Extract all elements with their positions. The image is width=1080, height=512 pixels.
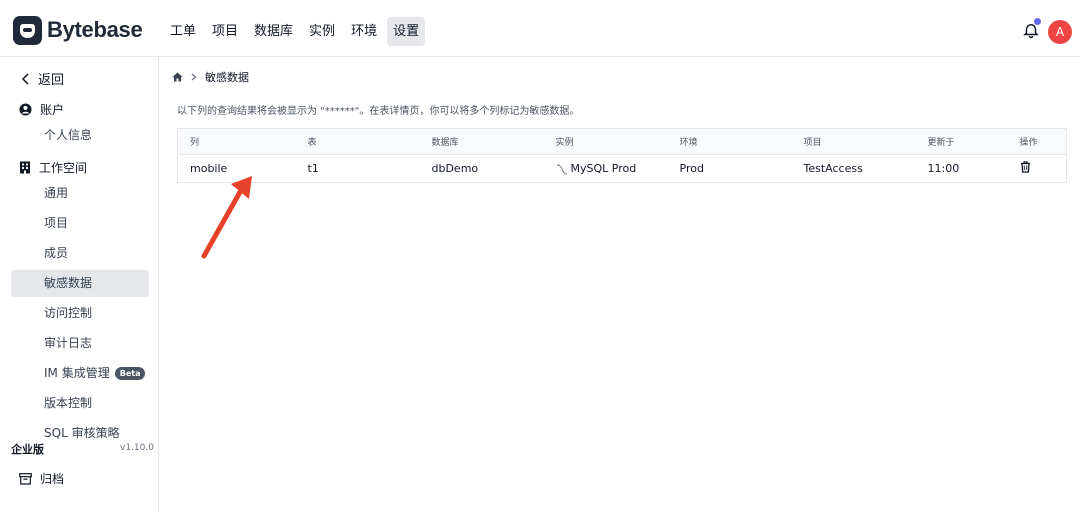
back-button[interactable]: 返回 [21, 69, 64, 88]
beta-badge: Beta [114, 367, 146, 380]
column-header: 表 [295, 128, 420, 155]
sidebar-item-label: 版本控制 [44, 396, 93, 410]
sidebar-item-access-control[interactable]: 访问控制 [11, 300, 149, 327]
bytebase-logo-icon [13, 15, 42, 45]
settings-sidebar: 返回 账户 个人信息 工作空间 通用 项目 成员 敏感数据 访问控制 审计日志 … [0, 57, 159, 512]
annotation-arrow-icon [201, 176, 252, 259]
workspace-label: 工作空间 [39, 161, 88, 175]
sidebar-item-archive[interactable]: 归档 [19, 470, 64, 487]
cell-updated: 11:00 [927, 162, 960, 175]
nav-settings[interactable]: 设置 [387, 17, 426, 46]
cell-actions [1008, 155, 1067, 183]
sidebar-item-label: 成员 [44, 246, 69, 260]
building-icon [20, 161, 30, 174]
sidebar-item-im-integration[interactable]: IM 集成管理 Beta [11, 360, 149, 387]
nav-instances[interactable]: 实例 [303, 17, 341, 46]
table-row[interactable]: mobile t1 dbDemo MySQL Prod Prod TestAcc… [178, 155, 1067, 183]
notification-dot [1034, 18, 1041, 25]
back-label: 返回 [38, 73, 65, 88]
column-header: 更新于 [915, 128, 1008, 155]
bytebase-logo[interactable]: Bytebase [13, 15, 143, 45]
breadcrumb: 敏感数据 [172, 69, 249, 85]
page-description: 以下列的查询结果将会被显示为 "******"。在表详情页，你可以将多个列标记为… [177, 106, 580, 117]
archive-icon [19, 472, 32, 485]
sidebar-item-profile[interactable]: 个人信息 [11, 122, 149, 149]
home-icon[interactable] [172, 72, 183, 82]
sidebar-item-label: 访问控制 [44, 306, 93, 320]
nav-projects[interactable]: 项目 [206, 17, 244, 46]
sidebar-item-sensitive-data[interactable]: 敏感数据 [11, 270, 149, 297]
table-header-row: 列 表 数据库 实例 环境 项目 更新于 操作 [177, 128, 1067, 155]
column-header: 列 [177, 128, 296, 155]
sidebar-item-version-control[interactable]: 版本控制 [11, 390, 149, 417]
column-header: 数据库 [419, 128, 544, 155]
nav-environments[interactable]: 环境 [345, 17, 383, 46]
breadcrumb-current: 敏感数据 [205, 71, 249, 84]
mysql-icon [556, 163, 567, 174]
sidebar-item-label: 个人信息 [44, 128, 93, 142]
sidebar-item-label: 项目 [44, 216, 69, 230]
top-navigation-bar: Bytebase 工单 项目 数据库 实例 环境 设置 A [0, 0, 1080, 57]
nav-issues[interactable]: 工单 [164, 17, 202, 46]
cell-environment: Prod [679, 162, 704, 175]
cell-instance[interactable]: MySQL Prod [544, 155, 668, 183]
logo-text: Bytebase [47, 17, 143, 42]
edition-label[interactable]: 企业版 [11, 441, 44, 457]
trash-icon[interactable] [1020, 161, 1031, 173]
account-label: 账户 [40, 103, 65, 117]
sensitive-data-table: 列 表 数据库 实例 环境 项目 更新于 操作 mobile t1 dbDemo [177, 128, 1067, 183]
cell-table: t1 [307, 162, 319, 175]
sidebar-item-general[interactable]: 通用 [11, 180, 149, 207]
main-nav: 工单 项目 数据库 实例 环境 设置 [164, 17, 426, 46]
sidebar-item-label: SQL 审核策略 [44, 426, 120, 440]
sidebar-group-workspace: 工作空间 [19, 159, 87, 176]
sidebar-item-audit-log[interactable]: 审计日志 [11, 330, 149, 357]
archive-label: 归档 [40, 472, 65, 486]
sidebar-item-label: 通用 [44, 186, 69, 200]
chevron-left-icon [21, 72, 29, 85]
avatar[interactable]: A [1048, 20, 1072, 44]
sidebar-item-label: IM 集成管理 [44, 366, 110, 380]
chevron-right-icon [191, 73, 197, 81]
sidebar-group-account: 账户 [19, 101, 64, 118]
column-header: 操作 [1007, 128, 1067, 155]
column-header: 实例 [543, 128, 668, 155]
column-header: 环境 [667, 128, 792, 155]
cell-database[interactable]: dbDemo [420, 155, 544, 183]
sidebar-item-members[interactable]: 成员 [11, 240, 149, 267]
column-header: 项目 [791, 128, 916, 155]
sidebar-item-label: 敏感数据 [44, 276, 93, 290]
version-label: v1.10.0 [120, 443, 154, 453]
sidebar-item-projects[interactable]: 项目 [11, 210, 149, 237]
nav-databases[interactable]: 数据库 [248, 17, 299, 46]
instance-name: MySQL Prod [570, 162, 637, 175]
main-content: 敏感数据 以下列的查询结果将会被显示为 "******"。在表详情页，你可以将多… [160, 57, 1080, 512]
user-circle-icon [19, 103, 32, 116]
sidebar-item-label: 审计日志 [44, 336, 93, 350]
cell-project[interactable]: TestAccess [792, 155, 916, 183]
